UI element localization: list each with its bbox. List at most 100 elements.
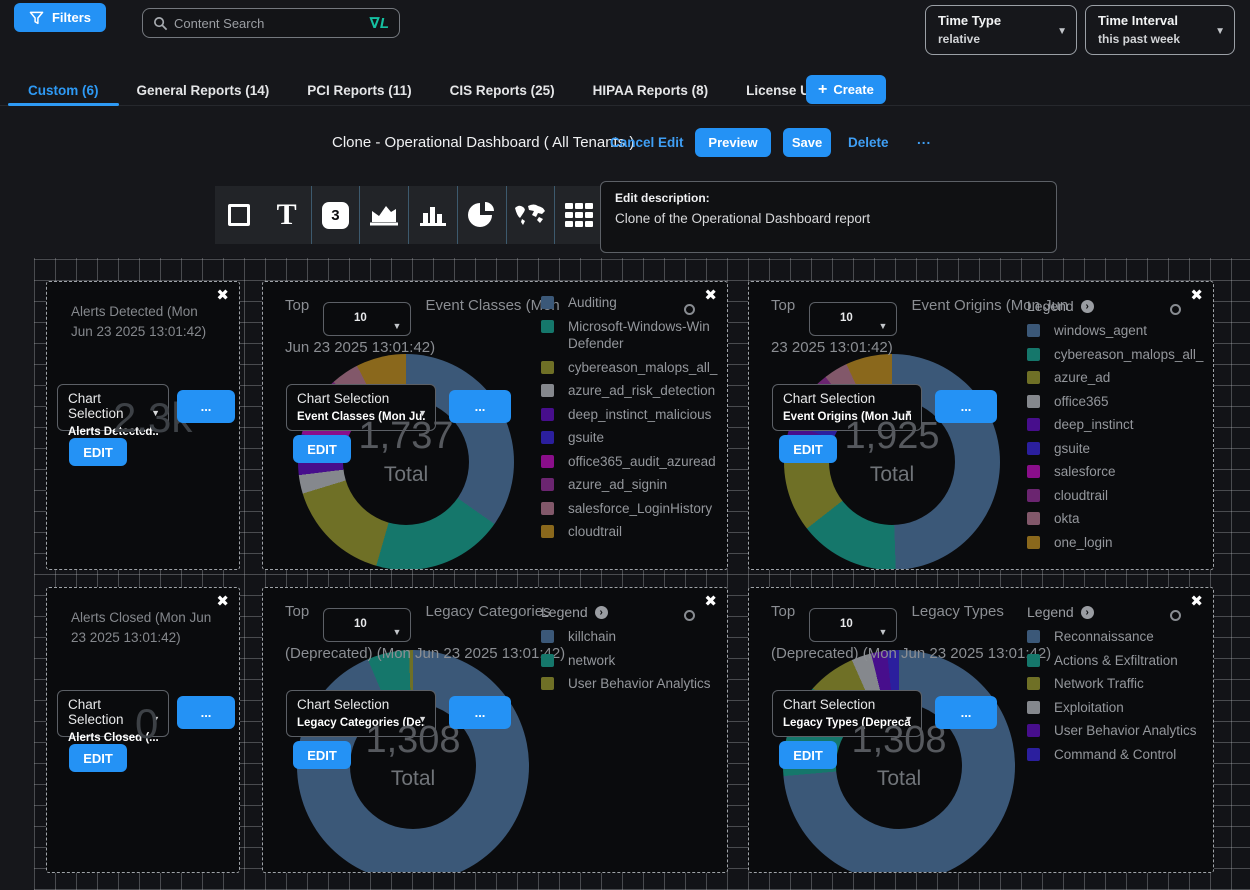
panel-more-button[interactable]: ...: [449, 390, 511, 423]
tab-custom[interactable]: Custom (6): [28, 75, 99, 105]
legend-label: Microsoft-Windows-Win Defender: [568, 318, 721, 353]
legend-label: cybereason_malops_all_: [568, 359, 717, 377]
time-type-dropdown[interactable]: Time Type relative: [925, 5, 1077, 55]
tab-general-reports[interactable]: General Reports (14): [137, 75, 270, 105]
panel-more-button[interactable]: ...: [177, 390, 235, 423]
panel-header: Top 10 Legacy Categories (Deprecated) (M…: [285, 600, 585, 665]
total-label: Total: [326, 463, 486, 487]
close-icon[interactable]: [704, 286, 717, 304]
legend-label: salesforce: [1054, 463, 1116, 481]
legend-swatch-icon: [1027, 395, 1040, 408]
legend-item: azure_ad_risk_detection: [541, 382, 721, 400]
tab-hipaa-reports[interactable]: HIPAA Reports (8): [593, 75, 709, 105]
delete-link[interactable]: Delete: [848, 135, 889, 150]
top-n-value: 10: [840, 307, 853, 330]
legend-item: azure_ad: [1027, 369, 1207, 387]
legend-expand-icon[interactable]: [1081, 606, 1094, 619]
top-n-select[interactable]: 10: [323, 302, 411, 336]
legend-label: gsuite: [1054, 440, 1090, 458]
add-map-widget-button[interactable]: [506, 186, 555, 244]
time-interval-label: Time Interval: [1098, 13, 1208, 28]
add-value-widget-button[interactable]: 3: [311, 186, 360, 244]
legend-swatch-icon: [1027, 418, 1040, 431]
add-text-widget-button[interactable]: T: [263, 186, 311, 244]
total-label: Total: [333, 767, 493, 791]
legend-item: okta: [1027, 510, 1207, 528]
legend-label: cloudtrail: [1054, 487, 1108, 505]
chart-legend: Legend ReconnaissanceActions & Exfiltrat…: [1027, 604, 1207, 769]
tab-pci-reports[interactable]: PCI Reports (11): [307, 75, 411, 105]
panel-edit-button[interactable]: EDIT: [293, 435, 351, 463]
report-title: Clone - Operational Dashboard ( All Tena…: [332, 134, 634, 151]
panel-legacy-types: Top 10 Legacy Types (Deprecated) (Mon Ju…: [748, 587, 1214, 873]
filters-label: Filters: [52, 10, 91, 25]
add-container-widget-button[interactable]: [215, 186, 263, 244]
panel-header: Top 10 Legacy Types (Deprecated) (Mon Ju…: [771, 600, 1071, 665]
content-search-box[interactable]: ∇L: [142, 8, 400, 38]
edit-description-box[interactable]: Edit description: Clone of the Operation…: [600, 181, 1057, 253]
panel-event-classes: Top 10 Event Classes (Mon Jun 23 2025 13…: [262, 281, 728, 570]
panel-edit-button[interactable]: EDIT: [779, 435, 837, 463]
resize-handle-icon[interactable]: [1170, 610, 1181, 621]
top-n-select[interactable]: 10: [809, 302, 897, 336]
chart-selection-label: Chart Selection: [783, 697, 911, 712]
panel-edit-button[interactable]: EDIT: [69, 438, 127, 466]
chart-legend: Legend windows_agentcybereason_malops_al…: [1027, 298, 1207, 557]
top-n-select[interactable]: 10: [323, 608, 411, 642]
legend-label: one_login: [1054, 534, 1113, 552]
table-icon: [565, 203, 593, 227]
widget-toolbar: T 3: [215, 186, 603, 244]
legend-item: Microsoft-Windows-Win Defender: [541, 318, 721, 353]
save-button[interactable]: Save: [783, 128, 831, 157]
tab-cis-reports[interactable]: CIS Reports (25): [450, 75, 555, 105]
legend-label: windows_agent: [1054, 322, 1147, 340]
panel-edit-button[interactable]: EDIT: [293, 741, 351, 769]
add-area-chart-widget-button[interactable]: [359, 186, 408, 244]
time-interval-dropdown[interactable]: Time Interval this past week: [1085, 5, 1235, 55]
legend-swatch-icon: [541, 654, 554, 667]
more-actions-link[interactable]: ...: [917, 132, 931, 147]
panel-more-button[interactable]: ...: [177, 696, 235, 729]
panel-edit-button[interactable]: EDIT: [69, 744, 127, 772]
add-pie-chart-widget-button[interactable]: [457, 186, 506, 244]
search-input[interactable]: [174, 16, 363, 31]
legend-swatch-icon: [541, 478, 554, 491]
dashboard-grid: Alerts Detected (Mon Jun 23 2025 13:01:4…: [34, 258, 1250, 890]
legend-swatch-icon: [541, 677, 554, 690]
legend-expand-icon[interactable]: [1081, 300, 1094, 313]
panel-edit-button[interactable]: EDIT: [779, 741, 837, 769]
edit-description-value[interactable]: Clone of the Operational Dashboard repor…: [615, 211, 1042, 226]
preview-button[interactable]: Preview: [695, 128, 771, 157]
panel-more-button[interactable]: ...: [449, 696, 511, 729]
filters-button[interactable]: Filters: [14, 3, 106, 32]
caret-down-icon: [878, 621, 887, 644]
legend-swatch-icon: [1027, 442, 1040, 455]
close-icon[interactable]: [216, 592, 229, 610]
legend-swatch-icon: [1027, 324, 1040, 337]
cancel-edit-link[interactable]: Cancel Edit: [610, 135, 684, 150]
add-table-widget-button[interactable]: [554, 186, 603, 244]
close-icon[interactable]: [704, 592, 717, 610]
legend-label: deep_instinct: [1054, 416, 1134, 434]
resize-handle-icon[interactable]: [684, 304, 695, 315]
legend-swatch-icon: [1027, 630, 1040, 643]
top-n-select[interactable]: 10: [809, 608, 897, 642]
resize-handle-icon[interactable]: [684, 610, 695, 621]
panel-event-origins: Top 10 Event Origins (Mon Jun 23 2025 13…: [748, 281, 1214, 570]
container-icon: [228, 204, 250, 226]
legend-label: Legend: [541, 604, 588, 620]
panel-more-button[interactable]: ...: [935, 696, 997, 729]
create-button[interactable]: Create: [806, 75, 886, 104]
chart-legend: AuditingMicrosoft-Windows-Win Defendercy…: [541, 294, 721, 547]
add-bar-chart-widget-button[interactable]: [408, 186, 457, 244]
legend-expand-icon[interactable]: [595, 606, 608, 619]
close-icon[interactable]: [1190, 592, 1203, 610]
panel-more-button[interactable]: ...: [935, 390, 997, 423]
text-icon: T: [277, 200, 297, 230]
close-icon[interactable]: [216, 286, 229, 304]
close-icon[interactable]: [1190, 286, 1203, 304]
resize-handle-icon[interactable]: [1170, 304, 1181, 315]
panel-alerts-closed: Alerts Closed (Mon Jun 23 2025 13:01:42)…: [46, 587, 240, 873]
legend-swatch-icon: [541, 296, 554, 309]
funnel-icon: [29, 11, 44, 25]
